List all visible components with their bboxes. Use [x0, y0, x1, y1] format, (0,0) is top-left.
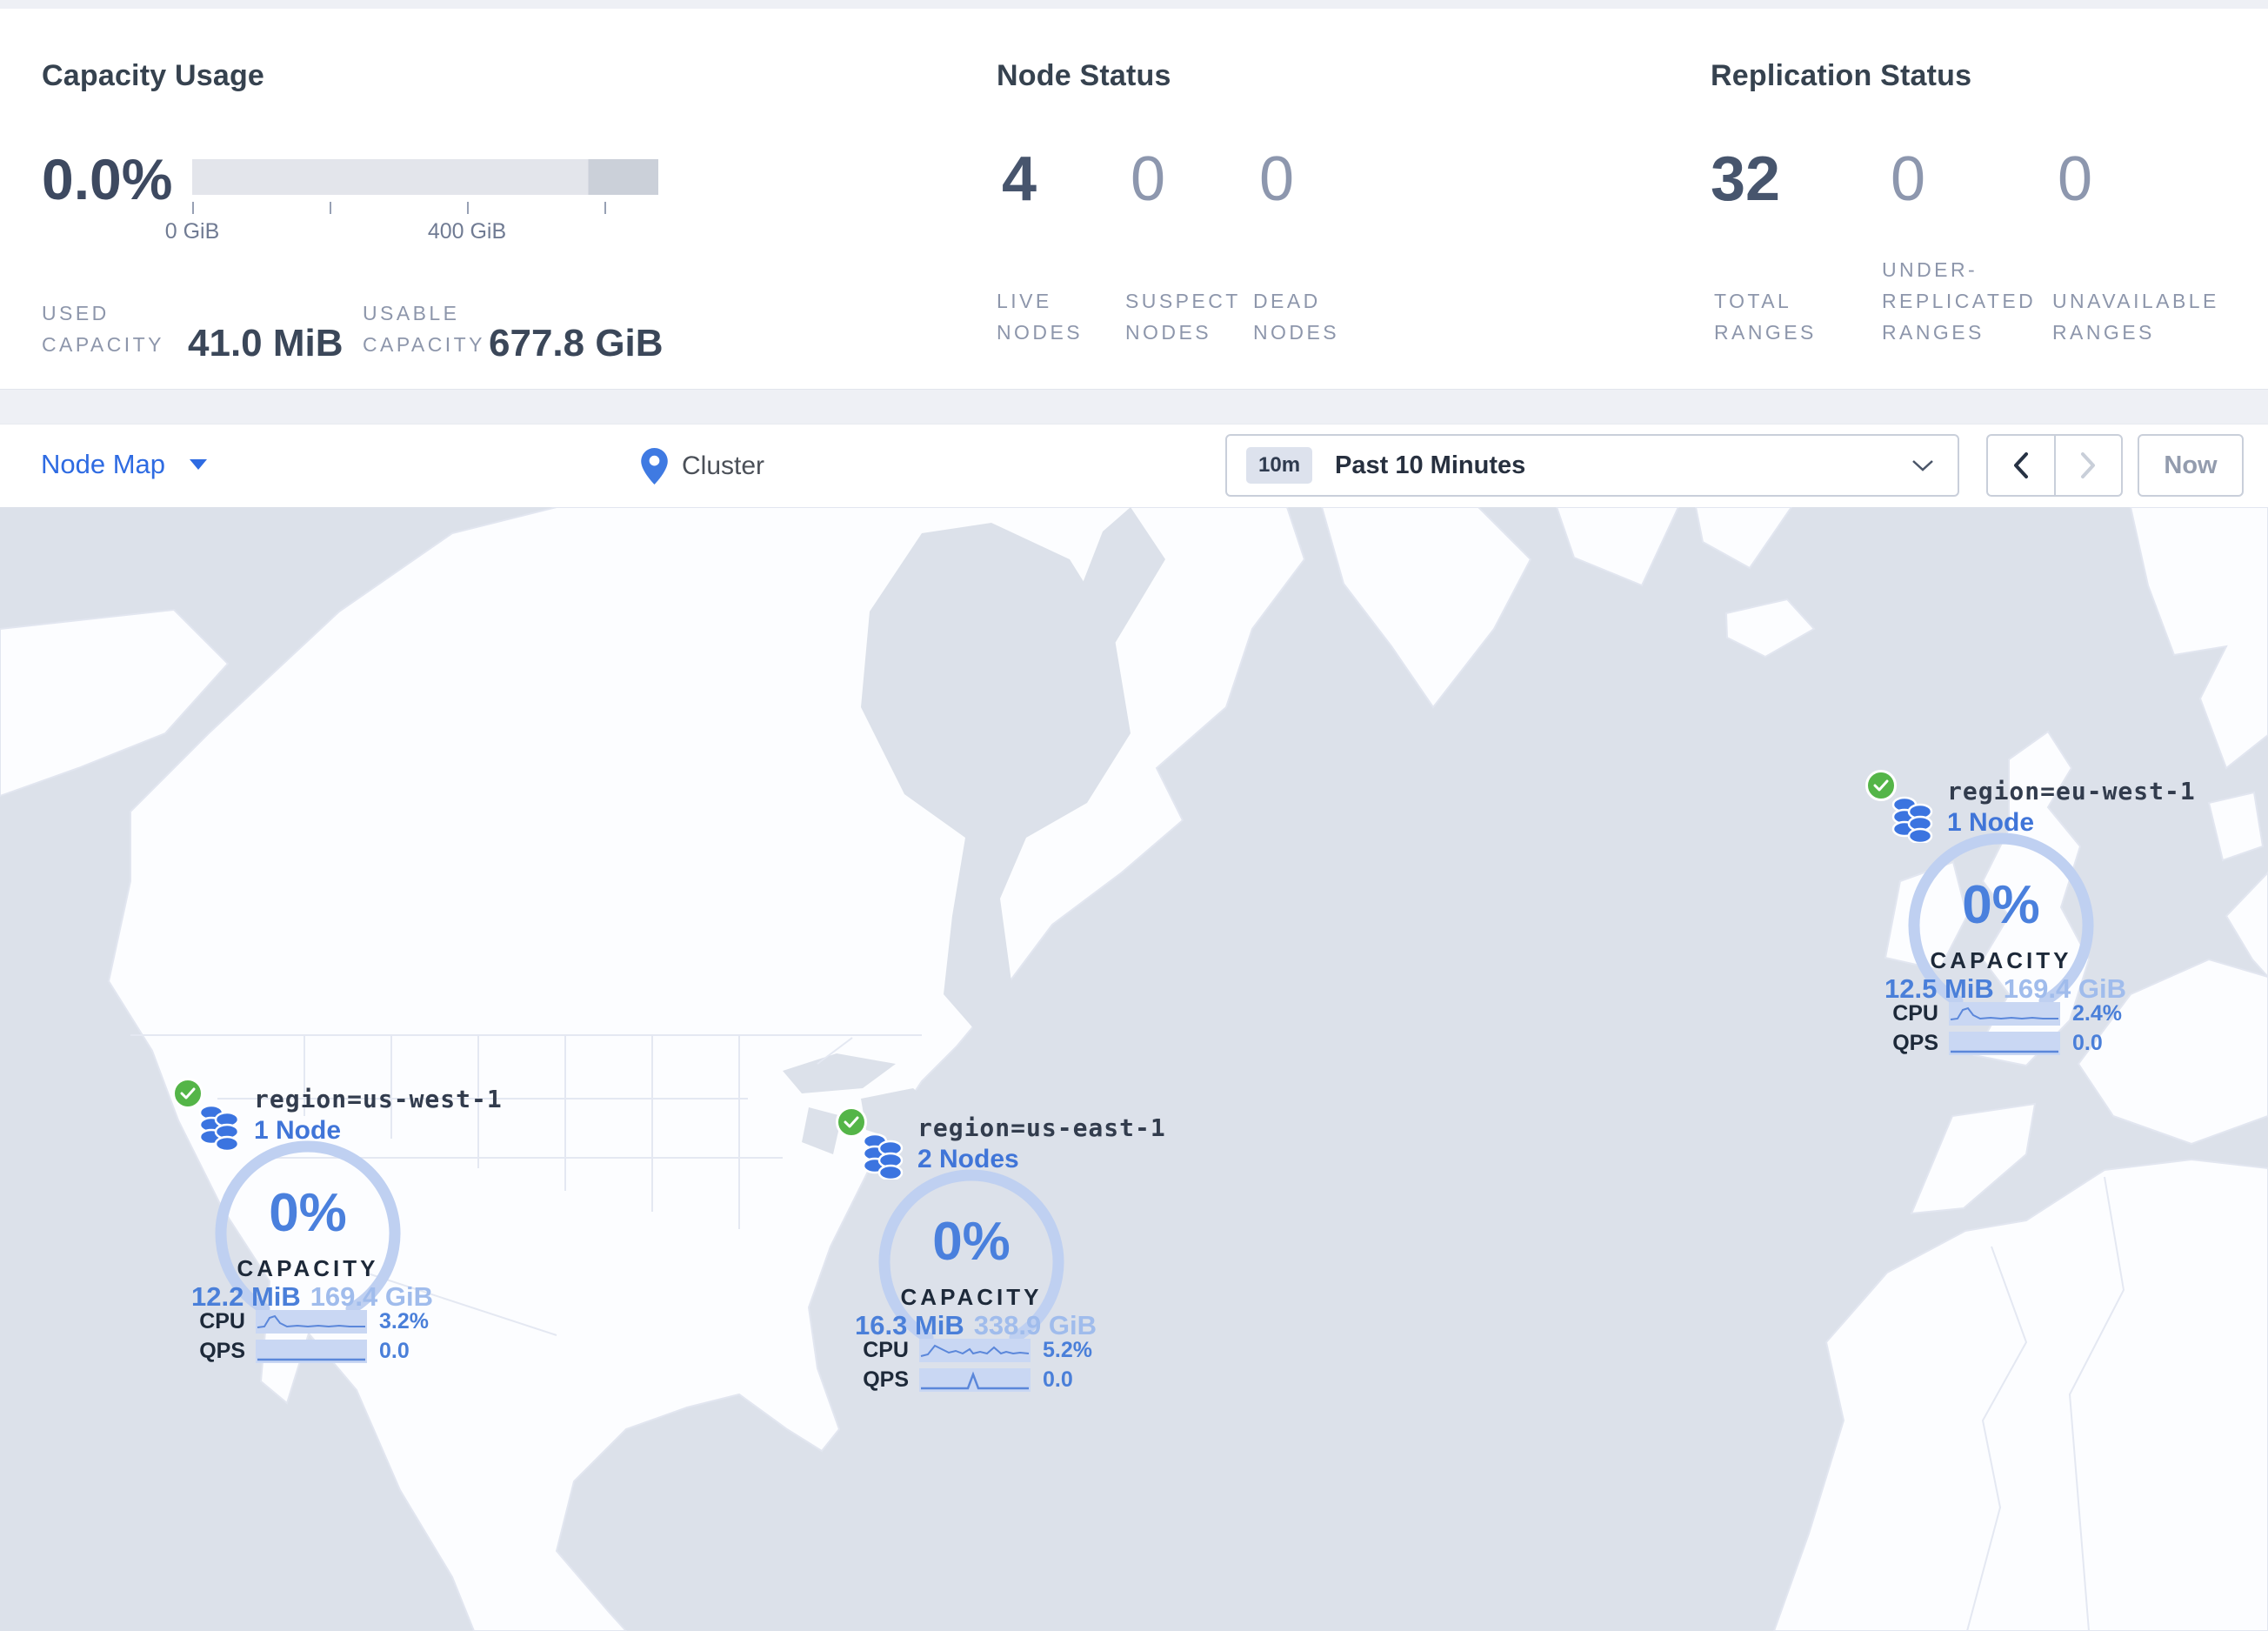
capacity-used-percent: 0.0% [42, 147, 173, 211]
qps-value: 0.0 [2072, 1031, 2103, 1055]
cpu-value: 2.4% [2072, 1001, 2122, 1026]
qps-metric-row: QPS 0.0 [195, 1339, 410, 1364]
qps-value: 0.0 [379, 1339, 410, 1363]
used-capacity-value: 41.0 MiB [188, 322, 344, 364]
region-name: region=us-west-1 [254, 1085, 503, 1113]
cpu-metric-row: CPU 2.4% [1888, 1001, 2122, 1026]
region-usable-capacity: 338.9 GiB [973, 1310, 1097, 1340]
qps-label: QPS [199, 1339, 245, 1363]
previous-interval-button[interactable] [1988, 436, 2056, 495]
cpu-sparkline [919, 1339, 1031, 1362]
suspect-nodes-label: SUSPECT NODES [1125, 290, 1241, 344]
qps-sparkline [256, 1340, 367, 1363]
qps-sparkline [919, 1368, 1031, 1392]
used-capacity-label: USED CAPACITY [42, 302, 164, 356]
usable-capacity-label: USABLE CAPACITY [363, 302, 485, 356]
suspect-nodes-count: 0 [1131, 144, 1166, 214]
cpu-metric-row: CPU 5.2% [858, 1338, 1092, 1363]
time-range-badge: 10m [1246, 447, 1313, 484]
live-nodes-label: LIVE NODES [997, 290, 1084, 344]
region-used-capacity: 12.5 MiB [1884, 973, 1994, 1004]
dead-nodes-label: DEAD NODES [1253, 290, 1340, 344]
capacity-label: CAPACITY [900, 1284, 1043, 1310]
qps-label: QPS [863, 1367, 909, 1392]
axis-tick-label: 400 GiB [427, 219, 507, 244]
qps-metric-row: QPS 0.0 [1888, 1031, 2103, 1056]
under-replicated-count: 0 [1891, 144, 1926, 214]
region-usable-capacity: 169.4 GiB [2003, 973, 2126, 1004]
region-name: region=us-east-1 [917, 1113, 1166, 1142]
qps-label: QPS [1892, 1031, 1938, 1055]
map-toolbar: Node Map Cluster 10m Past 10 Minutes Now [0, 424, 2268, 508]
axis-tick [467, 202, 469, 214]
region-used-capacity: 16.3 MiB [855, 1310, 964, 1340]
cpu-label: CPU [863, 1338, 909, 1362]
total-ranges-label: TOTAL RANGES [1714, 290, 1817, 344]
cpu-metric-row: CPU 3.2% [195, 1309, 429, 1334]
capacity-usage-bar [192, 159, 658, 195]
time-range-label: Past 10 Minutes [1335, 451, 1526, 479]
node-status-title: Node Status [997, 59, 1171, 92]
cpu-sparkline [256, 1310, 367, 1334]
view-selector-label: Node Map [41, 449, 166, 479]
time-range-dropdown[interactable]: 10m Past 10 Minutes [1225, 434, 1959, 497]
region-capacity-percent: 0% [269, 1183, 347, 1243]
breadcrumb[interactable]: Cluster [641, 424, 764, 507]
node-map[interactable] [0, 507, 2268, 1631]
qps-sparkline [1949, 1032, 2060, 1055]
axis-tick [604, 202, 606, 214]
region-marker-us-east-1[interactable]: region=us-east-1 2 Nodes 0% CAPACITY 16.… [815, 1101, 1165, 1397]
axis-tick [330, 202, 331, 214]
usable-capacity-value: 677.8 GiB [489, 322, 664, 364]
qps-value: 0.0 [1043, 1367, 1073, 1392]
region-used-capacity: 12.2 MiB [191, 1281, 301, 1312]
under-replicated-label: UNDER- REPLICATED RANGES [1882, 258, 2037, 344]
axis-tick-label: 0 GiB [164, 219, 220, 244]
capacity-usage-title: Capacity Usage [42, 59, 265, 92]
now-button[interactable]: Now [2138, 434, 2244, 497]
chevron-right-icon [2081, 452, 2096, 478]
world-map [0, 507, 2268, 1631]
cluster-summary-panel: Capacity Usage 0.0% 0 GiB 400 GiB USED C… [0, 9, 2268, 390]
unavailable-label: UNAVAILABLE RANGES [2052, 290, 2219, 344]
cpu-sparkline [1949, 1002, 2060, 1026]
time-pager [1986, 434, 2123, 497]
now-button-label: Now [2164, 451, 2218, 479]
chevron-left-icon [2013, 452, 2028, 478]
breadcrumb-label: Cluster [682, 451, 765, 480]
dead-nodes-count: 0 [1259, 144, 1295, 214]
next-interval-button[interactable] [2056, 436, 2122, 495]
cpu-value: 5.2% [1043, 1338, 1092, 1362]
region-capacity-percent: 0% [1962, 875, 2040, 935]
region-marker-eu-west-1[interactable]: region=eu-west-1 1 Node 0% CAPACITY 12.5… [1844, 765, 2195, 1060]
cpu-value: 3.2% [379, 1309, 429, 1334]
region-name: region=eu-west-1 [1947, 777, 2196, 805]
cluster-overview-page: Capacity Usage 0.0% 0 GiB 400 GiB USED C… [0, 0, 2268, 1631]
cpu-label: CPU [1892, 1001, 1938, 1026]
region-capacity-percent: 0% [932, 1212, 1011, 1272]
chevron-down-icon [190, 459, 208, 470]
map-pin-icon [641, 447, 668, 485]
unavailable-count: 0 [2058, 144, 2093, 214]
region-usable-capacity: 169.4 GiB [310, 1281, 433, 1312]
capacity-label: CAPACITY [1930, 947, 2072, 973]
chevron-down-icon [1912, 460, 1933, 471]
view-selector-dropdown[interactable]: Node Map [41, 449, 208, 480]
replication-status-title: Replication Status [1711, 59, 1972, 92]
cpu-label: CPU [199, 1309, 245, 1334]
capacity-label: CAPACITY [237, 1255, 379, 1281]
axis-tick [192, 202, 194, 214]
qps-metric-row: QPS 0.0 [858, 1367, 1073, 1393]
landmasses [0, 507, 2268, 1631]
total-ranges-count: 32 [1711, 144, 1781, 214]
live-nodes-count: 4 [1002, 144, 1037, 214]
region-marker-us-west-1[interactable]: region=us-west-1 1 Node 0% CAPACITY 12.2… [151, 1073, 502, 1368]
